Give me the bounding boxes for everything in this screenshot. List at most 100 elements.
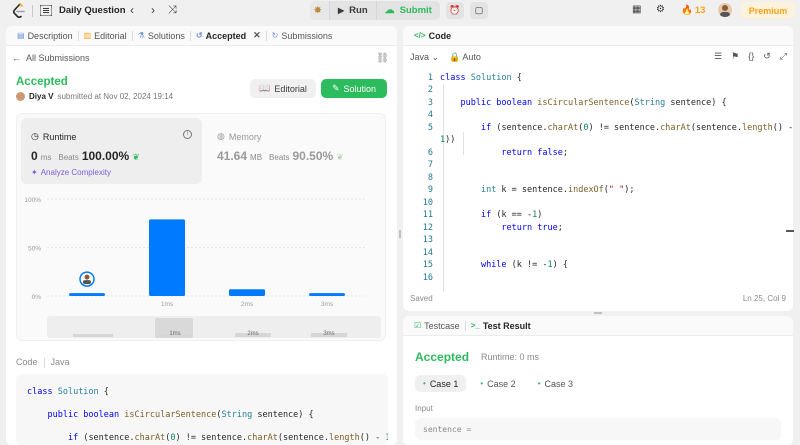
edit-icon: ✎ <box>331 83 340 93</box>
case-tab-3[interactable]: • Case 3 <box>530 375 581 392</box>
post-solution-button[interactable]: ✎ Solution <box>321 79 387 98</box>
stats-card: ◷ Runtime i 0 ms Beats 100.00% ❦ ✦ Analy… <box>16 113 386 341</box>
line-number: 4 <box>427 110 433 120</box>
auto-mode-toggle[interactable]: 🔒 Auto <box>449 52 481 63</box>
run-label: Run <box>349 5 368 16</box>
code-line: 1)) <box>440 135 456 145</box>
memory-beats-label: Beats <box>269 153 290 162</box>
reset-icon[interactable]: ↺ <box>763 51 771 62</box>
premium-button[interactable]: Premium <box>741 2 795 19</box>
x-tick-label: 3ms <box>321 301 334 308</box>
debug-button[interactable]: ✸ <box>310 1 330 20</box>
solutions-icon: ⚗ <box>137 31 145 40</box>
tab-label: Accepted <box>205 30 247 41</box>
result-tab-label: Test Result <box>482 320 531 331</box>
line-number: 7 <box>427 160 433 170</box>
next-problem-icon[interactable]: › <box>151 3 155 17</box>
braces-icon[interactable]: {} <box>748 51 754 62</box>
format-icon[interactable]: ☰ <box>714 51 722 62</box>
tab-editorial[interactable]: ▥ Editorial <box>79 26 132 46</box>
horizontal-resize-handle[interactable] <box>594 312 602 314</box>
submission-panel: ▤ Description ▥ Editorial ⚗ Solutions ↺ … <box>6 26 397 445</box>
editorial-button[interactable]: 📖 Editorial <box>250 79 316 98</box>
case-tab-2[interactable]: • Case 2 <box>472 375 523 392</box>
layout-grid-icon[interactable]: ▦ <box>632 4 641 15</box>
runtime-card[interactable]: ◷ Runtime i 0 ms Beats 100.00% ❦ ✦ Analy… <box>21 118 202 184</box>
line-number: 11 <box>422 210 433 220</box>
timer-button[interactable]: ⏰ <box>446 2 464 19</box>
vertical-resize-handle[interactable] <box>399 230 401 238</box>
memory-label: Memory <box>228 131 262 142</box>
memory-values: 41.64 MB Beats 90.50% ❦ <box>217 149 344 163</box>
memory-label-row: ◍ Memory <box>217 131 261 142</box>
share-link-icon[interactable]: ⛓ <box>376 53 389 64</box>
submit-label: Submit <box>399 5 432 16</box>
navigator-label: 3ms <box>323 331 334 337</box>
avatar-icon <box>720 5 730 17</box>
code-editor[interactable]: class Solution { public boolean isCircul… <box>403 70 793 292</box>
settings-gear-icon[interactable]: ⚙ <box>656 4 665 15</box>
result-runtime: Runtime: 0 ms <box>481 352 540 362</box>
user-avatar[interactable] <box>718 3 732 17</box>
run-button[interactable]: ▶ Run <box>330 1 377 20</box>
close-tab-icon[interactable]: ✕ <box>253 30 261 41</box>
play-icon: ▶ <box>338 6 345 15</box>
problem-list-icon[interactable] <box>40 5 52 16</box>
analyze-complexity-link[interactable]: ✦ Analyze Complexity <box>31 168 111 177</box>
prev-problem-icon[interactable]: ‹ <box>130 3 134 17</box>
input-label: Input <box>415 404 433 413</box>
fullscreen-icon[interactable]: ⤢ <box>780 51 787 62</box>
panel-edge-handle[interactable] <box>786 230 794 232</box>
y-tick-label: 0% <box>32 294 42 301</box>
beats-badge-icon: ❦ <box>336 152 344 162</box>
tab-submissions[interactable]: ↻ Submissions <box>267 26 338 46</box>
tab-solutions[interactable]: ⚗ Solutions <box>133 26 190 46</box>
tab-testcase[interactable]: ☑ Testcase <box>409 316 465 336</box>
testcase-tab-label: Testcase <box>424 320 460 331</box>
line-number: 14 <box>422 248 433 258</box>
submit-button[interactable]: ☁ Submit <box>377 1 440 20</box>
chevron-down-icon: ⌄ <box>431 51 440 62</box>
problem-list-title[interactable]: Daily Question <box>59 5 126 16</box>
run-submit-group: ✸ ▶ Run ☁ Submit <box>310 1 440 20</box>
streak-counter[interactable]: 🔥 13 <box>681 5 705 16</box>
note-icon: ▢ <box>474 5 484 15</box>
y-tick-label: 50% <box>28 246 41 253</box>
checkbox-icon: ☑ <box>414 321 422 330</box>
pass-dot-icon: • <box>480 379 484 388</box>
tab-description[interactable]: ▤ Description <box>12 26 78 46</box>
lock-icon: 🔒 <box>449 51 461 62</box>
case-tab-1[interactable]: • Case 1 <box>415 375 467 392</box>
code-tab-label: Code <box>428 30 452 41</box>
author-avatar[interactable] <box>16 92 25 101</box>
save-status: Saved <box>410 294 433 303</box>
y-tick-label: 100% <box>24 197 41 204</box>
language-select[interactable]: Java ⌄ <box>410 52 439 63</box>
shuffle-icon[interactable]: ⤨ <box>168 4 177 17</box>
bug-icon: ✸ <box>314 5 322 15</box>
tab-code[interactable]: </> Code <box>409 26 456 46</box>
chart-bar <box>229 289 265 296</box>
author-name[interactable]: Diya V <box>29 92 53 101</box>
memory-chip-icon: ◍ <box>217 131 225 141</box>
info-icon[interactable]: i <box>183 130 192 139</box>
x-tick-label: 1ms <box>161 301 174 308</box>
notes-button[interactable]: ▢ <box>470 2 488 19</box>
submitted-code-block[interactable]: class Solution { public boolean isCircul… <box>16 374 388 445</box>
all-submissions-link[interactable]: ← All Submissions <box>12 53 90 63</box>
leetcode-logo[interactable] <box>12 3 26 19</box>
line-number: 15 <box>422 260 433 270</box>
tab-accepted[interactable]: ↺ Accepted ✕ <box>191 26 266 46</box>
line-number: 9 <box>427 185 433 195</box>
line-number: 1 <box>427 73 433 83</box>
runtime-distribution-chart[interactable]: 100% 50% 0% 1ms 2ms 3ms 1ms 2ms 3ms <box>17 192 387 340</box>
tab-test-result[interactable]: >_ Test Result <box>466 316 536 336</box>
language-value: Java <box>410 51 430 62</box>
code-line: public boolean isCircularSentence(String… <box>460 98 727 108</box>
code-tabbar: </> Code <box>403 26 793 46</box>
bookmark-icon[interactable]: ⚑ <box>731 51 739 62</box>
memory-card[interactable]: ◍ Memory 41.64 MB Beats 90.50% ❦ <box>207 118 383 184</box>
runtime-beats-pct: 100.00% <box>81 149 130 163</box>
line-number: 13 <box>422 235 433 245</box>
input-value-box[interactable]: sentence = <box>415 418 781 440</box>
